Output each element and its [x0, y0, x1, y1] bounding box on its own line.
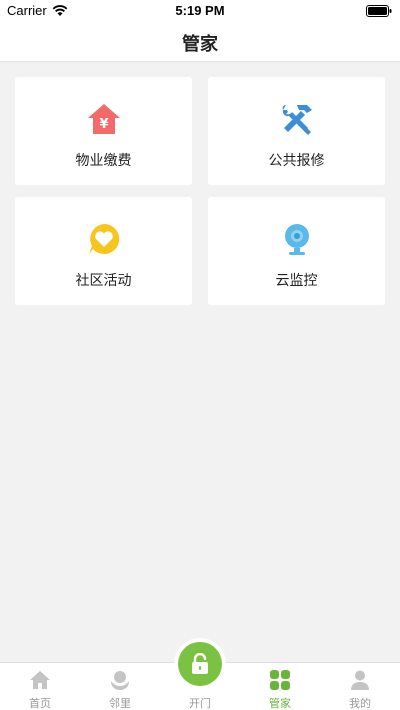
neighbor-icon	[111, 671, 129, 690]
page-title: 管家	[182, 34, 218, 55]
person-icon	[351, 670, 369, 690]
tab-neighbor[interactable]: 邻里	[80, 663, 160, 710]
open-door-circle	[178, 642, 222, 686]
card-label: 物业缴费	[75, 153, 132, 169]
card-public-repair[interactable]: 公共报修	[208, 77, 385, 185]
grid-icon	[270, 670, 290, 690]
nav-bar: 管家	[0, 22, 400, 62]
tab-label: 邻里	[109, 697, 131, 710]
card-label: 公共报修	[268, 153, 325, 169]
tab-label: 我的	[349, 697, 371, 710]
card-property-payment[interactable]: ¥ 物业缴费	[15, 77, 192, 185]
tab-home[interactable]: 首页	[0, 663, 80, 710]
card-label: 社区活动	[75, 273, 132, 289]
svg-text:¥: ¥	[99, 117, 108, 132]
payment-house-icon: ¥	[88, 104, 120, 134]
card-cloud-monitor[interactable]: 云监控	[208, 197, 385, 305]
repair-tools-icon	[282, 105, 312, 135]
camera-icon	[285, 224, 309, 255]
card-community-activity[interactable]: 社区活动	[15, 197, 192, 305]
open-door-button[interactable]	[174, 638, 226, 690]
activity-heart-icon	[89, 223, 120, 254]
tab-label: 首页	[29, 697, 51, 710]
card-label: 云监控	[275, 273, 318, 289]
tab-mine[interactable]: 我的	[320, 663, 400, 710]
battery-icon	[366, 5, 392, 17]
home-icon	[30, 671, 50, 689]
status-bar: Carrier 5:19 PM	[0, 0, 400, 22]
clock: 5:19 PM	[175, 3, 225, 18]
tab-label: 管家	[269, 697, 291, 710]
unlock-icon	[192, 653, 208, 674]
tab-butler[interactable]: 管家	[240, 663, 320, 710]
tab-label: 开门	[189, 697, 211, 710]
